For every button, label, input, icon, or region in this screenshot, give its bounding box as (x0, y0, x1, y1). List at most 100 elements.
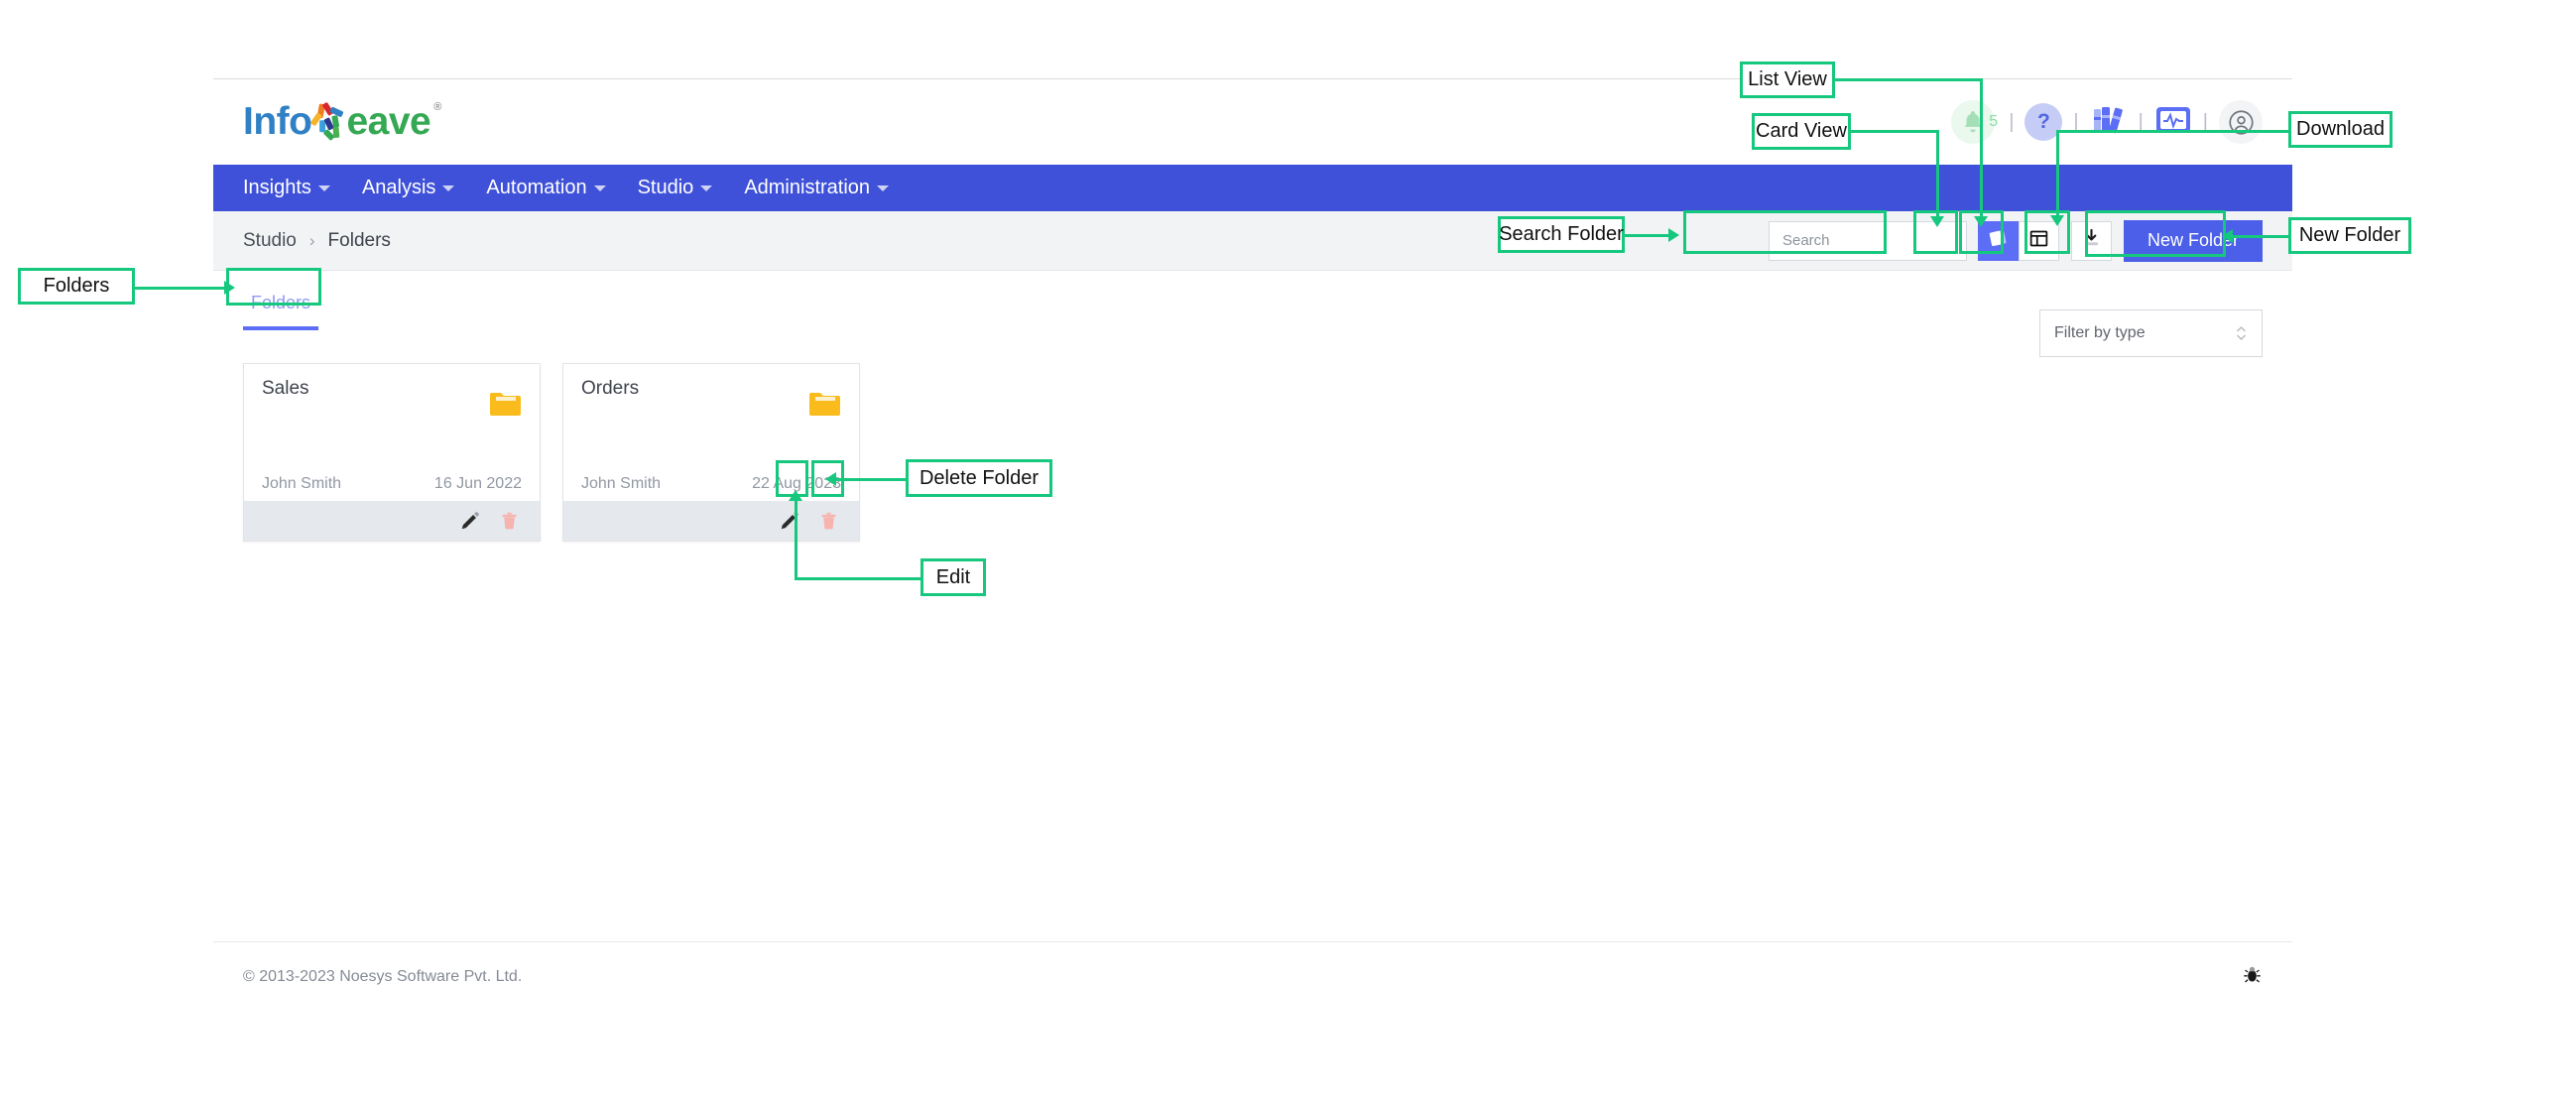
nav-label: Studio (637, 177, 694, 198)
list-view-icon (2028, 228, 2049, 254)
leader-line (1980, 78, 1983, 220)
leader-line (1625, 234, 1670, 237)
toolbar-actions: New Folder (1768, 219, 2263, 262)
monitor-icon (2154, 104, 2192, 141)
page-footer: © 2013-2023 Noesys Software Pvt. Ltd. (213, 941, 2292, 1011)
tab-folders[interactable]: Folders (243, 293, 319, 330)
card-meta: John Smith 22 Aug 2023 (563, 475, 859, 501)
leader-arrow (2050, 215, 2064, 226)
chevron-down-icon (877, 184, 890, 191)
nav-item-administration[interactable]: Administration (744, 177, 890, 199)
nav-item-insights[interactable]: Insights (243, 177, 330, 199)
leader-line (1851, 130, 1938, 133)
breadcrumb: Studio › Folders (243, 230, 391, 252)
list-view-button[interactable] (2018, 220, 2059, 261)
copyright-text: © 2013-2023 Noesys Software Pvt. Ltd. (243, 967, 523, 985)
annotation-card-view: Card View (1752, 113, 1851, 150)
edit-folder-button[interactable] (779, 510, 800, 532)
card-action-bar (563, 501, 859, 541)
annotation-download: Download (2288, 111, 2392, 148)
leader-line (2233, 235, 2288, 238)
breadcrumb-current: Folders (327, 229, 391, 251)
leader-line (1936, 130, 1939, 220)
breadcrumb-root[interactable]: Studio (243, 230, 297, 252)
leader-arrow (825, 472, 836, 486)
chevron-down-icon (317, 184, 330, 191)
delete-folder-button[interactable] (818, 510, 839, 532)
download-icon (2080, 227, 2103, 255)
registered-mark: ® (433, 101, 442, 113)
view-toggle-group (1977, 220, 2059, 261)
header-icon-group: 5 | ? | | | (1951, 79, 2263, 165)
folder-icon (808, 390, 841, 422)
infoveave-logo[interactable]: Info eave ® (243, 96, 441, 148)
edit-folder-button[interactable] (459, 510, 481, 532)
nav-item-studio[interactable]: Studio (638, 177, 713, 199)
folder-owner: John Smith (262, 475, 342, 492)
card-meta: John Smith 16 Jun 2022 (244, 475, 540, 501)
user-avatar-icon (2219, 100, 2263, 144)
logo-mark-icon (308, 100, 348, 144)
card-body: Orders (563, 364, 859, 475)
folder-name: Sales (262, 378, 309, 399)
filter-by-type-select[interactable]: Filter by type (2039, 309, 2263, 357)
leader-arrow (224, 281, 235, 295)
leader-arrow (789, 490, 802, 501)
leader-line (836, 478, 906, 481)
annotation-edit: Edit (920, 558, 986, 596)
filter-label: Filter by type (2054, 324, 2146, 341)
screenshot-root: Info eave ® 5 | ? | | | Insights Analysi… (0, 0, 2576, 1107)
nav-item-analysis[interactable]: Analysis (361, 177, 455, 199)
leader-arrow (1668, 228, 1679, 242)
card-action-bar (244, 501, 540, 541)
nav-item-automation[interactable]: Automation (486, 177, 606, 199)
annotation-new-folder: New Folder (2288, 217, 2411, 254)
nav-label: Administration (744, 177, 871, 198)
stepper-icon (2235, 322, 2248, 344)
leader-line (795, 500, 797, 577)
folder-card[interactable]: Orders John Smith 22 Aug 2023 (562, 363, 860, 542)
nav-label: Insights (243, 177, 311, 198)
chevron-down-icon (593, 184, 606, 191)
folder-name: Orders (581, 378, 640, 399)
download-button[interactable] (2070, 220, 2112, 261)
folder-icon (489, 390, 522, 422)
bug-icon[interactable] (2242, 964, 2263, 990)
search-input[interactable] (1781, 232, 1980, 249)
leader-line (2056, 130, 2233, 133)
delete-folder-button[interactable] (499, 510, 520, 532)
folder-card-grid: Sales John Smith 16 Jun 2022 Orders John… (243, 363, 2263, 542)
chevron-down-icon (442, 184, 455, 191)
folder-card[interactable]: Sales John Smith 16 Jun 2022 (243, 363, 541, 542)
library-button[interactable] (2090, 103, 2128, 142)
logo-text-eave: eave (346, 100, 431, 143)
leader-line (1835, 78, 1982, 81)
leader-arrow (1930, 216, 1944, 227)
chevron-down-icon (700, 184, 713, 191)
monitor-button[interactable] (2154, 104, 2192, 141)
leader-arrow (2222, 229, 2233, 243)
notification-count: 5 (1989, 113, 1999, 130)
leader-arrow (1974, 216, 1988, 227)
folder-date: 16 Jun 2022 (433, 475, 522, 492)
leader-line (2232, 130, 2288, 133)
library-icon (2090, 103, 2128, 142)
nav-label: Automation (486, 177, 587, 198)
card-view-icon (1987, 227, 2009, 254)
notifications-button[interactable]: 5 (1951, 100, 1998, 144)
leader-line (795, 577, 920, 580)
content-area: Folders Filter by type Sales John Smith … (213, 293, 2292, 977)
annotation-delete-folder: Delete Folder (906, 459, 1052, 497)
card-body: Sales (244, 364, 540, 475)
divider: | (2009, 110, 2015, 133)
logo-text-info: Info (243, 100, 312, 143)
folder-owner: John Smith (581, 475, 662, 492)
annotation-list-view: List View (1740, 62, 1835, 98)
leader-line (135, 287, 226, 290)
new-folder-button[interactable]: New Folder (2123, 219, 2263, 262)
nav-label: Analysis (361, 177, 436, 198)
breadcrumb-separator-icon: › (308, 230, 315, 250)
user-account-button[interactable] (2219, 100, 2263, 144)
annotation-folders: Folders (18, 268, 135, 305)
leader-line (2056, 130, 2059, 219)
